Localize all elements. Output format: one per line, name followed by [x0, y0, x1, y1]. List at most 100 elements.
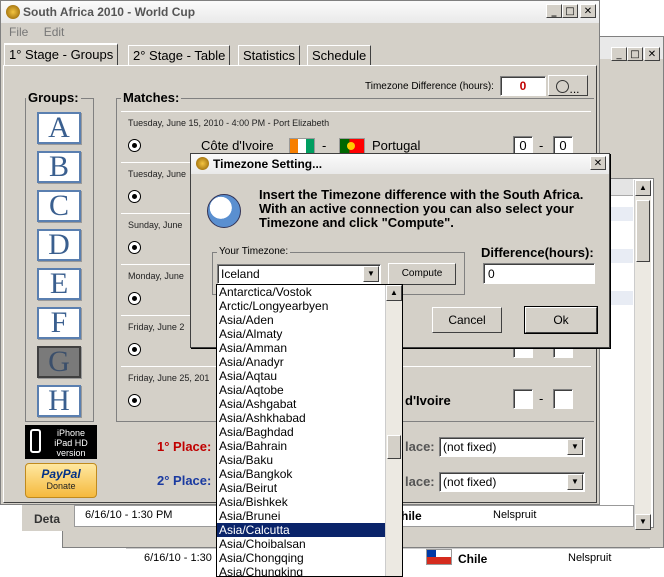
match-1-date: Tuesday, June 15, 2010 - 4:00 PM - Port …	[128, 118, 330, 128]
timezone-option[interactable]: Asia/Bahrain	[217, 439, 385, 453]
second-place-label: 2° Place:	[157, 473, 212, 488]
soccer-ball-icon	[128, 139, 141, 152]
soccer-ball-icon	[128, 343, 141, 356]
minimize-button[interactable]: _	[546, 4, 562, 18]
ok-button[interactable]: Ok	[524, 306, 598, 334]
group-g-button[interactable]: G	[37, 346, 81, 378]
timezone-option[interactable]: Asia/Almaty	[217, 327, 385, 341]
match-2-date: Tuesday, June	[128, 169, 187, 179]
group-d-button[interactable]: D	[37, 229, 81, 261]
timezone-option[interactable]: Asia/Bishkek	[217, 495, 385, 509]
timezone-option[interactable]: Asia/Choibalsan	[217, 537, 385, 551]
match-6-score-home[interactable]	[513, 389, 533, 409]
match-6-date: Friday, June 25, 201	[128, 373, 210, 383]
timezone-list-scrollbar[interactable]: ▲	[385, 285, 402, 576]
group-f-button[interactable]: F	[37, 307, 81, 339]
second-place-select[interactable]: (not fixed) ▼	[439, 472, 585, 492]
group-h-button[interactable]: H	[37, 385, 81, 417]
compute-button[interactable]: Compute	[388, 263, 456, 285]
group-e-button[interactable]: E	[37, 268, 81, 300]
tab-statistics[interactable]: Statistics	[238, 45, 301, 65]
match-6-score-away[interactable]	[553, 389, 573, 409]
iphone-badge-line1: iPhone	[56, 428, 86, 438]
iphone-badge[interactable]: iPhone iPad HD version	[25, 425, 97, 459]
timezone-option[interactable]: Asia/Aqtobe	[217, 383, 385, 397]
timezone-option[interactable]: Arctic/Longyearbyen	[217, 299, 385, 313]
menu-bar: File Edit	[1, 23, 68, 41]
timezone-option[interactable]: Asia/Amman	[217, 341, 385, 355]
timezone-option[interactable]: Asia/Aqtau	[217, 369, 385, 383]
tab-schedule[interactable]: Schedule	[307, 45, 372, 65]
scroll-up-icon[interactable]: ▲	[386, 285, 402, 301]
timezone-option[interactable]: Asia/Chungking	[217, 565, 385, 576]
bg-row-team: Chile	[458, 552, 488, 566]
menu-edit[interactable]: Edit	[44, 25, 65, 39]
chevron-down-icon[interactable]: ▼	[567, 474, 583, 490]
match-6-away: d'Ivoire	[405, 393, 451, 408]
timezone-option[interactable]: Asia/Aden	[217, 313, 385, 327]
chevron-down-icon[interactable]: ▼	[363, 266, 379, 282]
bg-close-button[interactable]: ✕	[644, 47, 660, 61]
dialog-message: Insert the Timezone difference with the …	[259, 187, 584, 230]
donate-label: Donate	[46, 481, 76, 491]
timezone-option[interactable]: Asia/Calcutta	[217, 523, 385, 537]
first-place-select[interactable]: (not fixed) ▼	[439, 437, 585, 457]
tab-groups[interactable]: 1° Stage - Groups	[4, 43, 119, 66]
timezone-diff-field[interactable]: 0	[500, 76, 546, 96]
iphone-badge-line3: version	[56, 448, 86, 458]
timezone-option[interactable]: Asia/Ashkhabad	[217, 411, 385, 425]
match-1-vs: -	[322, 138, 327, 153]
maximize-button[interactable]: □	[562, 4, 578, 18]
cancel-button[interactable]: Cancel	[432, 307, 502, 333]
timezone-option[interactable]: Asia/Beirut	[217, 481, 385, 495]
bg-maximize-button[interactable]: □	[627, 47, 643, 61]
first-place-label: 1° Place:	[157, 439, 212, 454]
soccer-ball-icon	[128, 241, 141, 254]
app-logo-icon	[6, 5, 20, 19]
bg-row-date: 6/16/10 - 1:30	[144, 552, 212, 564]
timezone-diff-value: 0	[519, 79, 527, 93]
paypal-logo: PayPal	[41, 467, 81, 481]
timezone-option[interactable]: Asia/Bangkok	[217, 467, 385, 481]
match-1-home: Côte d'Ivoire	[201, 138, 274, 153]
timezone-option[interactable]: Asia/Chongqing	[217, 551, 385, 565]
group-a-button[interactable]: A	[37, 112, 81, 144]
difference-field[interactable]: 0	[483, 263, 595, 284]
details-row-venue: Nelspruit	[493, 509, 537, 521]
scroll-thumb[interactable]	[387, 435, 401, 459]
menu-file[interactable]: File	[9, 25, 28, 39]
timezone-option[interactable]: Antarctica/Vostok	[217, 285, 385, 299]
ivory-coast-flag-icon	[289, 138, 315, 154]
bg-row-venue: Nelspruit	[568, 552, 612, 564]
soccer-ball-icon	[128, 190, 141, 203]
iphone-icon	[30, 429, 41, 453]
dialog-close-button[interactable]: ✕	[590, 156, 606, 170]
chevron-down-icon[interactable]: ▼	[567, 439, 583, 455]
group-b-button[interactable]: B	[37, 151, 81, 183]
timezone-diff-label: Timezone Difference (hours):	[365, 81, 494, 92]
timezone-option[interactable]: Asia/Baghdad	[217, 425, 385, 439]
match-1-away: Portugal	[372, 138, 421, 153]
match-3-date: Sunday, June	[128, 220, 183, 230]
timezone-option[interactable]: Asia/Baku	[217, 453, 385, 467]
timezone-list-items: Antarctica/Vostok Arctic/Longyearbyen Asia…	[217, 285, 385, 576]
clock-icon	[556, 80, 570, 93]
timezone-dropdown-list[interactable]: Antarctica/Vostok Arctic/Longyearbyen Asia…	[216, 284, 403, 577]
bg-table-scrollbar[interactable]: ▲ ▼	[634, 180, 651, 530]
timezone-settings-button[interactable]: ...	[548, 75, 588, 96]
timezone-option[interactable]: Asia/Anadyr	[217, 355, 385, 369]
matches-label: Matches:	[121, 90, 182, 105]
soccer-ball-icon	[128, 394, 141, 407]
soccer-ball-icon	[128, 292, 141, 305]
timezone-select-value: Iceland	[221, 267, 260, 281]
close-button[interactable]: ✕	[580, 4, 596, 18]
chile-flag-icon	[426, 549, 452, 565]
timezone-select[interactable]: Iceland ▼	[217, 264, 381, 284]
timezone-option[interactable]: Asia/Brunei	[217, 509, 385, 523]
tab-table[interactable]: 2° Stage - Table	[128, 45, 231, 65]
bg-minimize-button[interactable]: _	[611, 47, 627, 61]
paypal-donate-button[interactable]: PayPal Donate	[25, 463, 97, 498]
iphone-badge-line2: iPad HD	[54, 438, 88, 448]
group-c-button[interactable]: C	[37, 190, 81, 222]
timezone-option[interactable]: Asia/Ashgabat	[217, 397, 385, 411]
